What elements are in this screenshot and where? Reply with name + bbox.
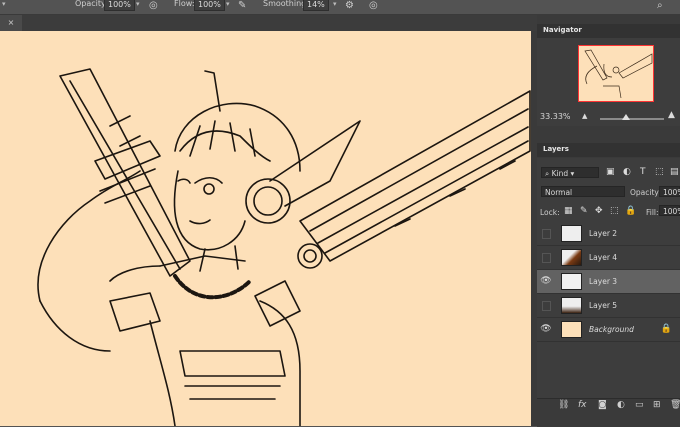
lock-label: Lock: — [540, 208, 560, 217]
opacity-dropdown[interactable]: ▾ — [136, 0, 140, 8]
tool-preset-dropdown[interactable]: ▾ — [2, 0, 6, 8]
airbrush-icon[interactable]: ✎ — [238, 0, 246, 12]
eye-icon[interactable]: 👁 — [540, 323, 552, 335]
visibility-toggle-off[interactable] — [542, 229, 551, 239]
navigator-header[interactable]: Navigator — [537, 24, 680, 38]
zoom-in-icon[interactable]: ▲ — [668, 110, 675, 120]
add-mask-icon[interactable]: ◙ — [598, 400, 607, 410]
opacity-label: Opacity: — [75, 0, 108, 8]
shape-filter-icon[interactable]: ⬚ — [655, 167, 664, 177]
navigator-title: Navigator — [543, 26, 582, 34]
lock-icon: 🔒 — [660, 324, 672, 334]
options-bar: ▾ Opacity: 100% ▾ ◎ Flow: 100% ▾ ✎ Smoot… — [0, 0, 680, 15]
zoom-slider[interactable] — [600, 118, 664, 120]
visibility-toggle-off[interactable] — [542, 301, 551, 311]
layers-title: Layers — [543, 145, 569, 153]
document-tab-close[interactable]: × — [0, 15, 22, 31]
layer-style-fx-icon[interactable]: fx — [578, 400, 587, 410]
document-tab-bar: × — [0, 15, 537, 31]
layer-thumbnail — [561, 297, 582, 314]
smoothing-dropdown[interactable]: ▾ — [333, 0, 337, 8]
layer-kind-label: Kind — [551, 169, 569, 178]
layer-row-layer-4[interactable]: Layer 4 — [537, 246, 680, 270]
layer-thumbnail — [561, 225, 582, 242]
pressure-opacity-icon[interactable]: ◎ — [149, 0, 158, 12]
lock-transparent-icon[interactable]: ▦ — [564, 206, 573, 216]
zoom-out-icon[interactable]: ▲ — [582, 112, 587, 120]
navigator-thumbnail-art — [584, 49, 653, 99]
delete-layer-icon[interactable]: 🗑 — [670, 400, 680, 410]
lock-artboard-icon[interactable]: ⬚ — [610, 206, 619, 216]
gear-icon[interactable]: ⚙ — [345, 0, 354, 12]
lock-position-icon[interactable]: ✥ — [595, 206, 603, 216]
layers-header[interactable]: Layers — [537, 143, 680, 157]
new-group-icon[interactable]: ▭ — [635, 400, 644, 410]
opacity-field[interactable]: 100% — [104, 0, 135, 11]
layer-name: Layer 3 — [589, 277, 618, 286]
pixel-filter-icon[interactable]: ▣ — [606, 167, 615, 177]
layer-thumbnail — [561, 273, 582, 290]
lock-all-icon[interactable]: 🔒 — [625, 206, 636, 216]
layer-kind-filter[interactable]: ⌕ Kind ▾ — [541, 167, 599, 178]
visibility-toggle-off[interactable] — [542, 253, 551, 263]
zoom-slider-knob[interactable] — [622, 114, 630, 120]
flow-label: Flow: — [174, 0, 195, 8]
adjustment-filter-icon[interactable]: ◐ — [623, 167, 631, 177]
type-filter-icon[interactable]: T — [640, 167, 646, 177]
lock-image-icon[interactable]: ✎ — [580, 206, 588, 216]
layer-opacity-label: Opacity: — [630, 188, 661, 197]
fill-label: Fill: — [646, 208, 659, 217]
zoom-level[interactable]: 33.33% — [540, 112, 571, 121]
layer-name: Layer 5 — [589, 301, 618, 310]
line-art-drawing — [37, 68, 531, 426]
pressure-size-icon[interactable]: ◎ — [369, 0, 378, 12]
layer-row-layer-2[interactable]: Layer 2 — [537, 222, 680, 246]
flow-field[interactable]: 100% — [194, 0, 225, 11]
flow-dropdown[interactable]: ▾ — [226, 0, 230, 8]
smoothing-field[interactable]: 14% — [303, 0, 329, 11]
layer-opacity-field[interactable]: 100% — [659, 186, 680, 197]
link-layers-icon[interactable]: ⛓ — [558, 400, 569, 410]
blend-mode-value: Normal — [545, 188, 573, 197]
layer-thumbnail — [561, 249, 582, 266]
layer-thumbnail — [561, 321, 582, 338]
layer-name: Background — [589, 325, 634, 334]
navigator-thumbnail[interactable] — [578, 45, 654, 102]
layer-name: Layer 2 — [589, 229, 618, 238]
smart-object-filter-icon[interactable]: ▤ — [670, 167, 679, 177]
adjustment-layer-icon[interactable]: ◐ — [617, 400, 625, 410]
fill-field[interactable]: 100% — [659, 205, 680, 216]
search-icon[interactable]: ⌕ — [657, 0, 663, 12]
layer-row-layer-3[interactable]: 👁 Layer 3 — [537, 270, 680, 294]
new-layer-icon[interactable]: ⊞ — [653, 400, 661, 410]
eye-icon[interactable]: 👁 — [540, 275, 552, 287]
canvas[interactable] — [0, 31, 537, 426]
layer-row-background[interactable]: 👁 Background 🔒 — [537, 318, 680, 342]
blend-mode-dropdown[interactable]: Normal — [541, 186, 625, 197]
layer-row-layer-5[interactable]: Layer 5 — [537, 294, 680, 318]
layer-name: Layer 4 — [589, 253, 618, 262]
